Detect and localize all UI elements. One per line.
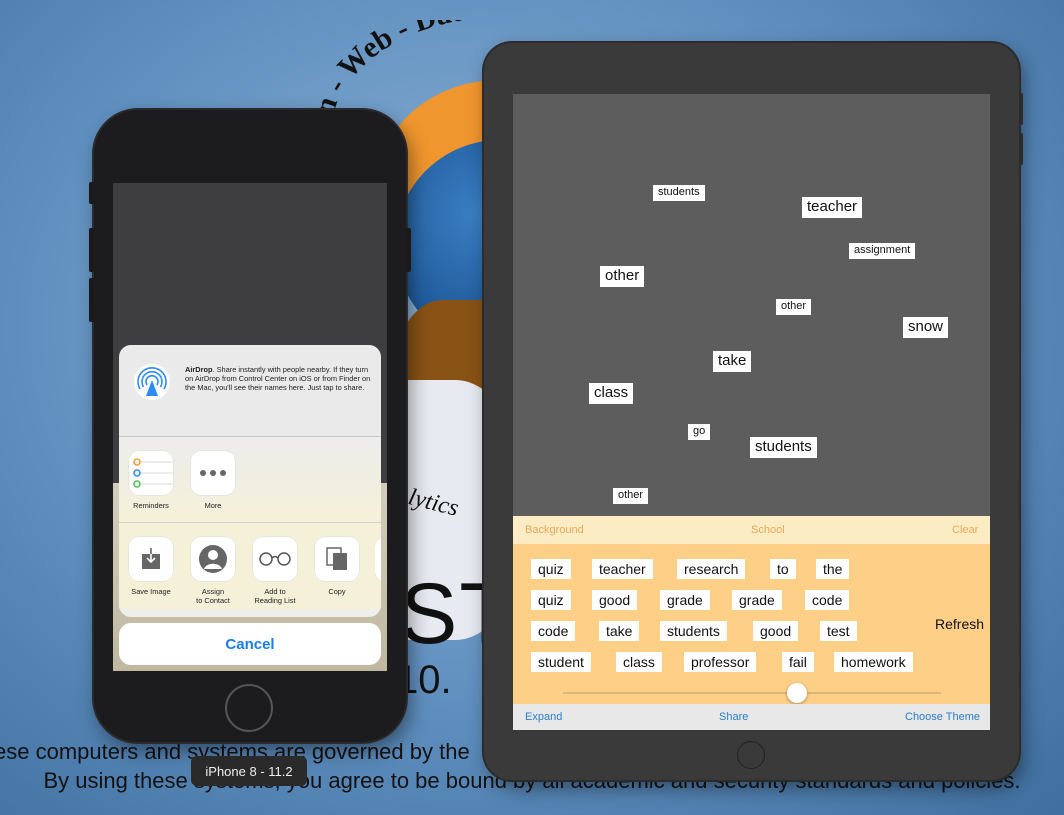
- word-chip[interactable]: grade: [660, 590, 710, 610]
- volume-down-button: [89, 278, 94, 322]
- glasses-icon: [253, 537, 297, 581]
- more-icon: [191, 451, 235, 495]
- word-chip[interactable]: test: [820, 621, 857, 641]
- ipad-simulator: students teacher assignment other other …: [484, 43, 1023, 780]
- assign-to-contact-label: Assign to Contact: [196, 587, 230, 605]
- airdrop-icon: [134, 364, 170, 400]
- share-app-more[interactable]: More: [191, 451, 235, 510]
- action-save-image[interactable]: Save Image: [129, 537, 173, 596]
- expand-button[interactable]: Expand: [525, 711, 562, 723]
- contact-icon: [191, 537, 235, 581]
- cloud-word[interactable]: snow: [903, 317, 949, 338]
- word-chip[interactable]: professor: [684, 652, 757, 672]
- clear-button[interactable]: Clear: [952, 524, 978, 536]
- power-button: [406, 228, 411, 272]
- refresh-button[interactable]: Refresh: [935, 616, 984, 632]
- action-copy[interactable]: Copy: [315, 537, 359, 596]
- choose-theme-button[interactable]: Choose Theme: [905, 711, 980, 723]
- share-button[interactable]: Share: [719, 711, 748, 723]
- iphone-simulator: AirDrop. Share instantly with people nea…: [89, 110, 411, 742]
- cancel-button[interactable]: Cancel: [119, 623, 381, 665]
- cloud-word[interactable]: students: [653, 185, 705, 201]
- airdrop-body: . Share instantly with people nearby. If…: [185, 365, 371, 392]
- simulator-device-label: iPhone 8 - 11.2: [191, 756, 307, 786]
- cloud-word[interactable]: assignment: [849, 243, 916, 259]
- save-image-label: Save Image: [131, 587, 171, 596]
- volume-up-button: [89, 228, 94, 272]
- airdrop-section[interactable]: AirDrop. Share instantly with people nea…: [119, 345, 381, 437]
- mute-switch: [89, 182, 94, 204]
- background-button[interactable]: Background: [525, 524, 584, 536]
- action-next-partial[interactable]: [375, 537, 381, 581]
- word-panel: quiz teacher research to the quiz good g…: [513, 544, 990, 704]
- share-apps-row: Reminders More: [119, 437, 381, 523]
- cloud-word[interactable]: go: [688, 424, 711, 440]
- cloud-word[interactable]: other: [776, 299, 812, 315]
- word-chip[interactable]: student: [531, 652, 591, 672]
- ipad-volume-up-button: [1019, 93, 1023, 125]
- share-sheet: AirDrop. Share instantly with people nea…: [119, 345, 381, 617]
- cloud-word[interactable]: take: [713, 351, 752, 372]
- reminders-icon: [129, 451, 173, 495]
- word-chip[interactable]: class: [616, 652, 662, 672]
- word-chip[interactable]: homework: [834, 652, 913, 672]
- word-chip[interactable]: to: [770, 559, 796, 579]
- more-label: More: [204, 501, 222, 510]
- iphone-home-button[interactable]: [225, 684, 273, 732]
- word-chip[interactable]: quiz: [531, 559, 571, 579]
- copy-icon: [315, 537, 359, 581]
- share-actions-row: Save Image Assign to Contact Add to Read…: [119, 523, 381, 609]
- word-toolbar: Background School Clear: [513, 516, 990, 544]
- iphone-screen: AirDrop. Share instantly with people nea…: [113, 183, 387, 671]
- bottom-toolbar: Expand Share Choose Theme: [513, 704, 990, 730]
- word-chip[interactable]: take: [599, 621, 640, 641]
- cloud-word[interactable]: other: [613, 488, 649, 504]
- action-add-to-reading-list[interactable]: Add to Reading List: [253, 537, 297, 605]
- share-app-reminders[interactable]: Reminders: [129, 451, 173, 510]
- ipad-screen: students teacher assignment other other …: [513, 94, 990, 730]
- word-chip[interactable]: fail: [782, 652, 814, 672]
- word-chip[interactable]: good: [753, 621, 799, 641]
- airdrop-title: AirDrop: [185, 365, 213, 374]
- word-chip[interactable]: good: [592, 590, 638, 610]
- copy-label: Copy: [328, 587, 346, 596]
- word-chip[interactable]: quiz: [531, 590, 571, 610]
- word-chip[interactable]: research: [677, 559, 746, 579]
- reminders-label: Reminders: [133, 501, 169, 510]
- ipad-home-button[interactable]: [737, 741, 765, 769]
- reading-list-label: Add to Reading List: [254, 587, 296, 605]
- ipad-volume-down-button: [1019, 133, 1023, 165]
- word-chip[interactable]: teacher: [592, 559, 653, 579]
- save-image-icon: [129, 537, 173, 581]
- word-chip[interactable]: the: [816, 559, 850, 579]
- airdrop-description: AirDrop. Share instantly with people nea…: [185, 365, 373, 392]
- cloud-word[interactable]: teacher: [802, 197, 863, 218]
- partial-action-icon: [375, 537, 381, 581]
- cloud-word[interactable]: other: [600, 266, 645, 287]
- word-chip[interactable]: grade: [732, 590, 782, 610]
- slider-track[interactable]: [563, 692, 941, 694]
- word-cloud-canvas[interactable]: students teacher assignment other other …: [513, 94, 990, 516]
- cloud-word[interactable]: class: [589, 383, 634, 404]
- word-chip[interactable]: students: [660, 621, 727, 641]
- action-assign-to-contact[interactable]: Assign to Contact: [191, 537, 235, 605]
- slider-knob[interactable]: [787, 683, 808, 703]
- theme-label[interactable]: School: [751, 524, 785, 536]
- cloud-word[interactable]: students: [750, 437, 817, 458]
- word-chip[interactable]: code: [531, 621, 576, 641]
- word-chip[interactable]: code: [805, 590, 850, 610]
